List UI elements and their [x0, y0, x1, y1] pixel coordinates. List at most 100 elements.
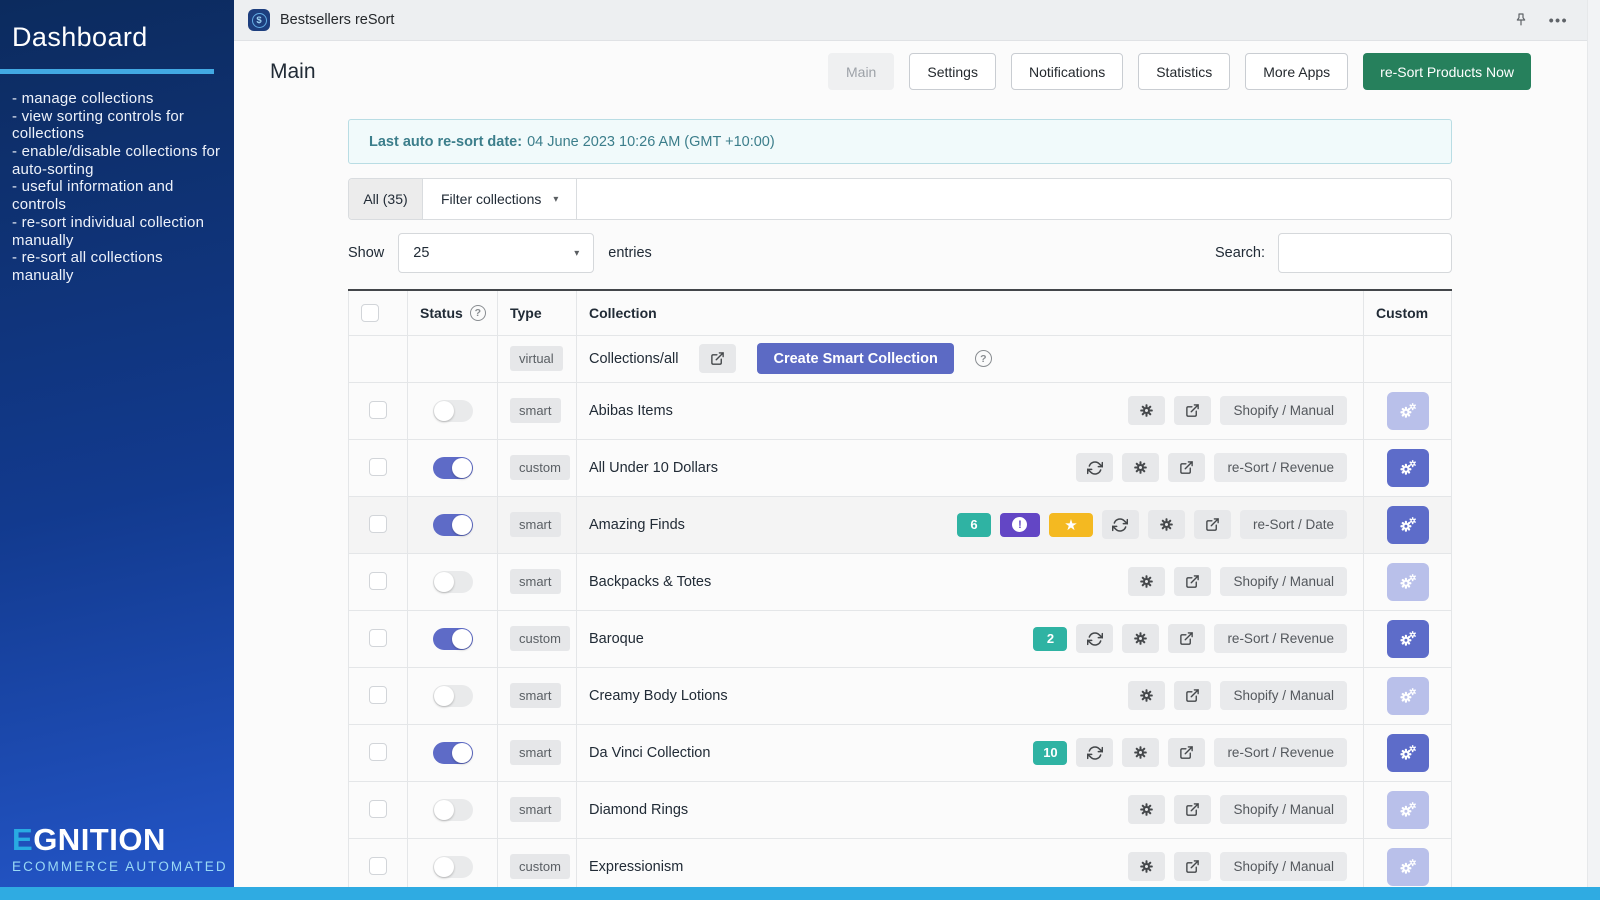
show-label: Show [348, 245, 384, 261]
status-toggle[interactable] [433, 799, 473, 821]
status-toggle[interactable] [433, 571, 473, 593]
open-collection-button[interactable] [699, 344, 736, 373]
entries-per-page-select[interactable]: 25 ▾ [398, 233, 594, 273]
status-toggle[interactable] [433, 742, 473, 764]
row-checkbox[interactable] [369, 857, 387, 875]
row-checkbox[interactable] [369, 458, 387, 476]
toggle-knob [434, 857, 454, 877]
table-row: smartBackpacks & Totes Shopify / Manual [349, 553, 1452, 610]
sidebar-title: Dashboard [12, 22, 224, 53]
settings-icon-button[interactable] [1128, 567, 1165, 596]
open-icon-button[interactable] [1174, 852, 1211, 881]
settings-icon-button[interactable] [1128, 681, 1165, 710]
vertical-scrollbar[interactable] [1587, 0, 1600, 900]
search-label: Search: [1215, 245, 1265, 261]
table-row: customBaroque2 re-Sort / Revenue [349, 610, 1452, 667]
create-smart-collection-button[interactable]: Create Smart Collection [757, 343, 953, 374]
resort-icon-button[interactable] [1102, 510, 1139, 539]
resort-icon-button[interactable] [1076, 453, 1113, 482]
settings-icon-button[interactable] [1128, 396, 1165, 425]
app-name: Bestsellers reSort [280, 12, 394, 28]
tab-statistics[interactable]: Statistics [1138, 53, 1230, 90]
custom-settings-button[interactable] [1387, 506, 1429, 544]
external-link-icon [1205, 517, 1220, 532]
bottom-accent-strip [0, 887, 1600, 900]
gear-icon [1139, 859, 1154, 874]
open-icon-button[interactable] [1174, 396, 1211, 425]
settings-icon-button[interactable] [1122, 453, 1159, 482]
settings-icon-button[interactable] [1122, 738, 1159, 767]
status-toggle[interactable] [433, 400, 473, 422]
collection-name: Backpacks & Totes [589, 574, 711, 590]
tab-more-apps[interactable]: More Apps [1245, 53, 1348, 90]
custom-settings-button[interactable] [1387, 734, 1429, 772]
sidebar-item: - re-sort individual collection manually [12, 214, 224, 249]
status-toggle[interactable] [433, 856, 473, 878]
row-checkbox[interactable] [369, 800, 387, 818]
row-checkbox[interactable] [369, 743, 387, 761]
row-checkbox[interactable] [369, 401, 387, 419]
type-badge: virtual [510, 346, 563, 371]
row-checkbox[interactable] [369, 629, 387, 647]
custom-settings-button[interactable] [1387, 620, 1429, 658]
count-badge: 2 [1033, 627, 1067, 651]
settings-icon-button[interactable] [1128, 852, 1165, 881]
status-toggle[interactable] [433, 457, 473, 479]
filter-collections-dropdown[interactable]: Filter collections ▾ [423, 179, 577, 219]
collection-name: Baroque [589, 631, 644, 647]
status-toggle[interactable] [433, 685, 473, 707]
help-icon[interactable]: ? [975, 350, 992, 367]
pin-icon[interactable] [1513, 12, 1529, 28]
search-input[interactable] [1278, 233, 1452, 273]
more-menu-icon[interactable]: ••• [1549, 12, 1568, 28]
collection-name: All Under 10 Dollars [589, 460, 718, 476]
open-icon-button[interactable] [1168, 738, 1205, 767]
type-badge: smart [510, 512, 561, 537]
tab-notifications[interactable]: Notifications [1011, 53, 1123, 90]
open-icon-button[interactable] [1194, 510, 1231, 539]
sort-method-label: re-Sort / Revenue [1214, 453, 1347, 482]
sidebar-item: - enable/disable collections for auto-so… [12, 143, 224, 178]
gear-icon [1133, 460, 1148, 475]
double-gear-icon [1398, 743, 1418, 763]
collection-name: Expressionism [589, 859, 683, 875]
select-all-checkbox[interactable] [361, 304, 379, 322]
status-help-icon[interactable]: ? [470, 305, 486, 321]
status-toggle[interactable] [433, 628, 473, 650]
resort-products-now-button[interactable]: re-Sort Products Now [1363, 53, 1531, 90]
table-row: smartDiamond Rings Shopify / Manual [349, 781, 1452, 838]
settings-icon-button[interactable] [1148, 510, 1185, 539]
chevron-down-icon: ▾ [553, 194, 558, 205]
external-link-icon [1179, 460, 1194, 475]
double-gear-icon [1398, 515, 1418, 535]
toggle-knob [434, 572, 454, 592]
open-icon-button[interactable] [1174, 567, 1211, 596]
open-icon-button[interactable] [1174, 681, 1211, 710]
open-icon-button[interactable] [1174, 795, 1211, 824]
settings-icon-button[interactable] [1122, 624, 1159, 653]
settings-icon-button[interactable] [1128, 795, 1165, 824]
collection-name: Da Vinci Collection [589, 745, 710, 761]
resort-icon-button[interactable] [1076, 738, 1113, 767]
row-checkbox[interactable] [369, 572, 387, 590]
sort-method-label: Shopify / Manual [1220, 852, 1347, 881]
custom-settings-button[interactable] [1387, 449, 1429, 487]
collection-name: Amazing Finds [589, 517, 685, 533]
entries-value: 25 [413, 245, 429, 261]
sort-method-label: Shopify / Manual [1220, 567, 1347, 596]
tab-settings[interactable]: Settings [909, 53, 996, 90]
tab-all-collections[interactable]: All (35) [349, 179, 423, 219]
row-checkbox[interactable] [369, 515, 387, 533]
external-link-icon [1185, 688, 1200, 703]
external-link-icon [1185, 859, 1200, 874]
status-toggle[interactable] [433, 514, 473, 536]
type-badge: smart [510, 398, 561, 423]
type-badge: smart [510, 683, 561, 708]
toggle-knob [434, 686, 454, 706]
resort-icon-button[interactable] [1076, 624, 1113, 653]
row-checkbox[interactable] [369, 686, 387, 704]
custom-settings-button [1387, 791, 1429, 829]
double-gear-icon [1398, 800, 1418, 820]
open-icon-button[interactable] [1168, 453, 1205, 482]
open-icon-button[interactable] [1168, 624, 1205, 653]
